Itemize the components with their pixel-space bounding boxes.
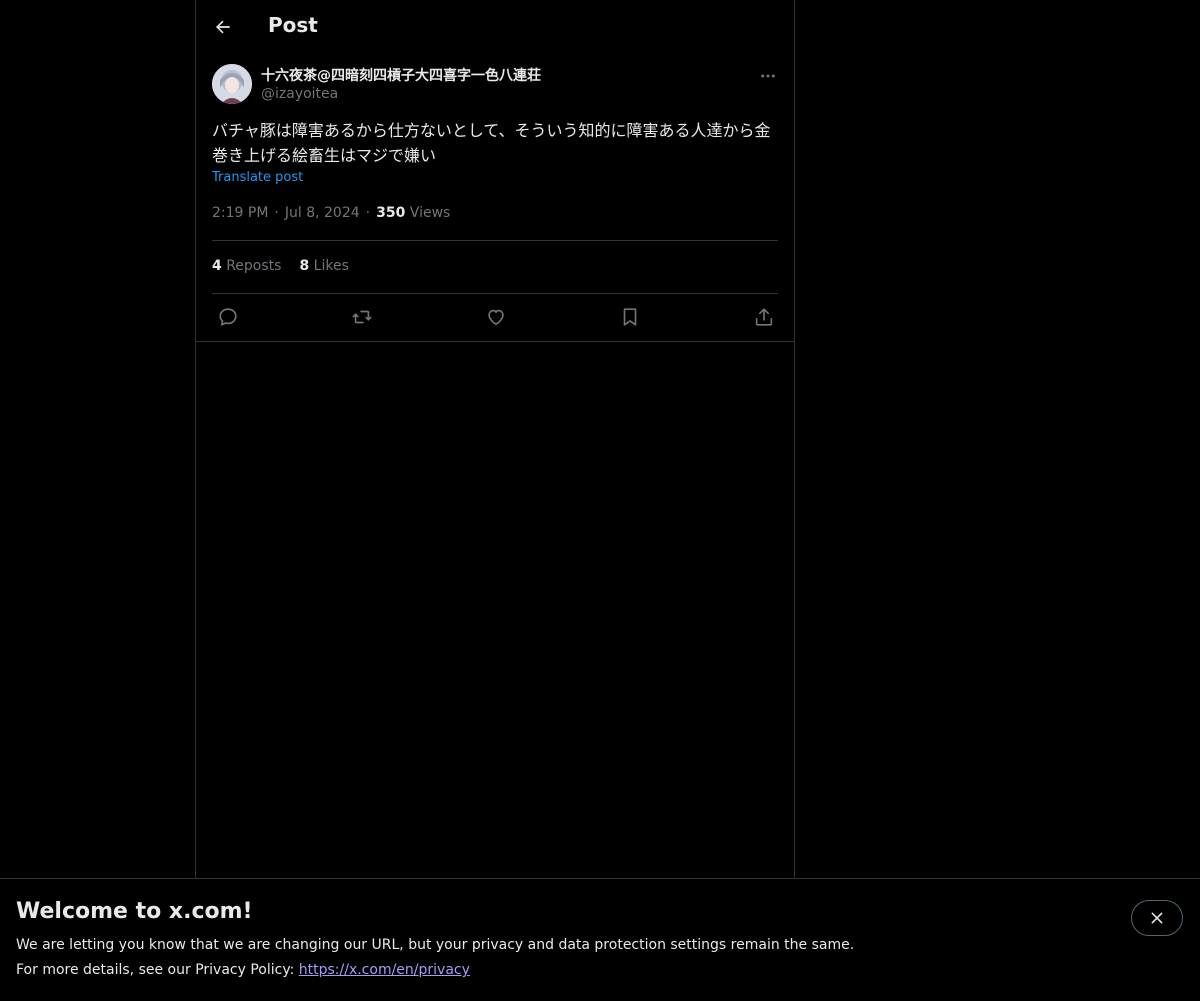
likes-label: Likes [313,258,349,274]
share-icon [755,308,773,326]
avatar-image [212,64,252,104]
post-meta: 2:19 PM · Jul 8, 2024 · 350 Views [212,205,450,221]
banner-privacy-prefix: For more details, see our Privacy Policy… [16,962,299,978]
views-count: 350 [376,205,406,221]
arrow-left-icon [216,20,230,34]
reposts-label: Reposts [226,258,282,274]
reposts-count: 4 [212,258,222,274]
avatar[interactable] [212,64,252,104]
repost-icon [352,310,372,324]
like-icon [488,309,504,326]
privacy-policy-link[interactable]: https://x.com/en/privacy [299,962,470,978]
translate-post-link[interactable]: Translate post [212,170,303,185]
like-button[interactable] [484,305,508,329]
divider [212,240,778,241]
banner-privacy-line: For more details, see our Privacy Policy… [16,962,470,978]
page-title: Post [268,13,318,37]
post-column: Post 十六夜茶@四暗刻四槓子大四喜字一色八連荘 @izayoitea バチャ… [195,0,795,880]
banner-message: We are letting you know that we are chan… [16,937,855,953]
engagement-stats: 4 Reposts 8 Likes [212,258,367,274]
post-date[interactable]: Jul 8, 2024 [285,205,360,221]
reposts-stat[interactable]: 4 Reposts [212,258,281,274]
more-dots-icon [761,74,775,78]
more-options-button[interactable] [756,64,780,88]
likes-stat[interactable]: 8 Likes [299,258,348,274]
banner-title: Welcome to x.com! [16,899,253,924]
display-name[interactable]: 十六夜茶@四暗刻四槓子大四喜字一色八連荘 [261,65,541,85]
post-text: バチャ豚は障害あるから仕方ないとして、そういう知的に障害ある人達から金巻き上げる… [212,121,771,165]
reply-button[interactable] [216,305,240,329]
bookmark-icon [623,308,637,326]
repost-button[interactable] [350,305,374,329]
separator-dot: · [365,205,371,221]
bookmark-button[interactable] [618,305,642,329]
likes-count: 8 [299,258,310,274]
close-banner-button[interactable] [1131,900,1183,936]
share-button[interactable] [752,305,776,329]
back-button[interactable] [206,10,240,44]
close-icon [1151,912,1163,924]
divider [196,341,794,342]
separator-dot: · [274,205,279,221]
top-bar: Post [196,0,794,54]
user-handle[interactable]: @izayoitea [261,86,338,102]
views-label: Views [409,205,451,221]
divider [212,293,778,294]
reply-icon [219,308,237,326]
post-time[interactable]: 2:19 PM [212,205,268,221]
welcome-banner: Welcome to x.com! We are letting you kno… [0,878,1200,1001]
